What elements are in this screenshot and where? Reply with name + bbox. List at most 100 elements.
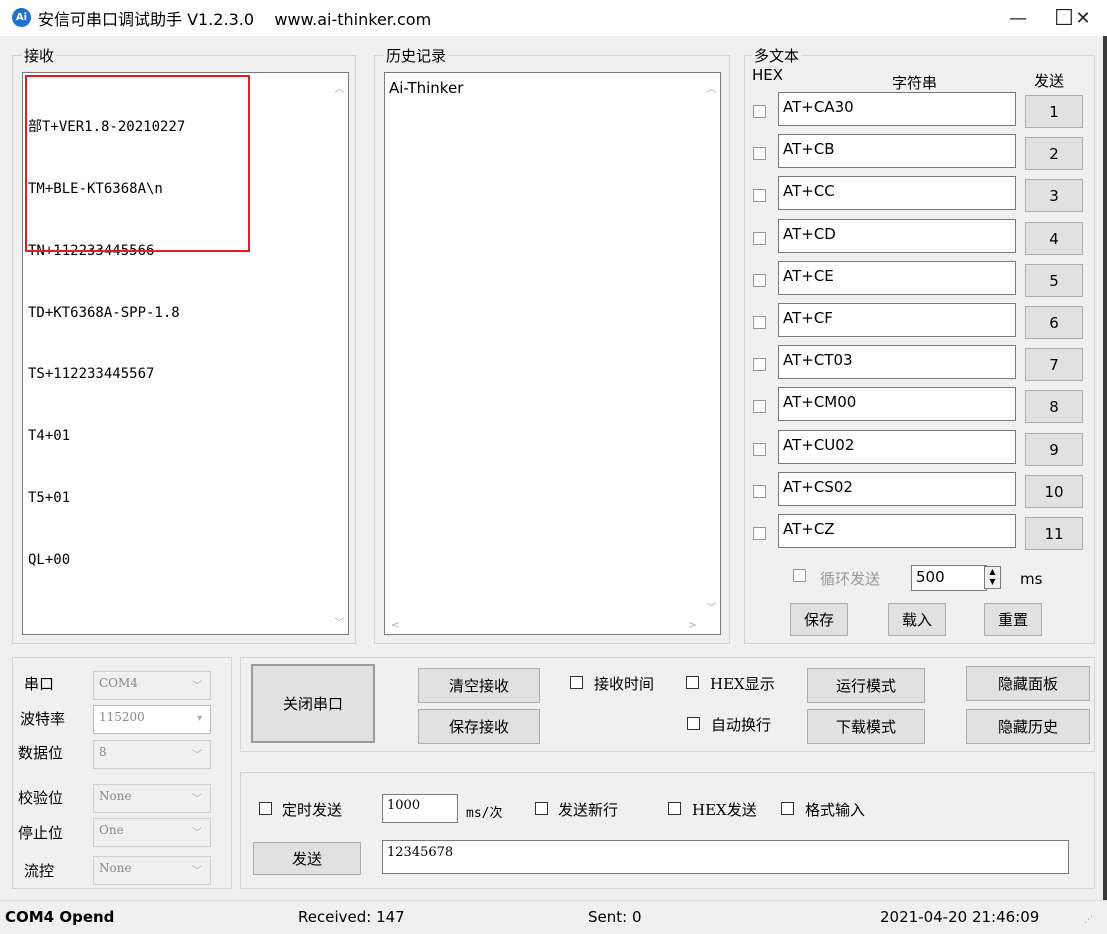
multitext-send-button[interactable]: 5	[1025, 264, 1083, 297]
port-select[interactable]: COM4 ﹀	[93, 671, 211, 700]
multitext-string-input[interactable]: AT+CS02	[778, 472, 1016, 506]
send-column-header: 发送	[1034, 72, 1065, 90]
run-mode-button[interactable]: 运行模式	[807, 668, 925, 703]
close-port-button[interactable]: 关闭串口	[251, 664, 375, 743]
close-window-button[interactable]: ✕	[1061, 0, 1105, 36]
receive-group-label: 接收	[22, 45, 57, 66]
baud-select[interactable]: 115200 ▾	[93, 705, 211, 734]
databits-select[interactable]: 8 ﹀	[93, 740, 211, 769]
multitext-hex-checkbox[interactable]	[753, 443, 766, 456]
auto-wrap-checkbox[interactable]	[687, 717, 700, 730]
flow-value: None	[99, 861, 132, 875]
multitext-hex-checkbox[interactable]	[753, 105, 766, 118]
multitext-hex-checkbox[interactable]	[753, 316, 766, 329]
multitext-string-input[interactable]: AT+CC	[778, 176, 1016, 210]
receive-line: T5+01	[28, 489, 71, 506]
timed-send-checkbox[interactable]	[259, 802, 272, 815]
hex-send-checkbox[interactable]	[668, 802, 681, 815]
format-input-checkbox[interactable]	[781, 802, 794, 815]
hex-display-label: HEX显示	[710, 675, 775, 693]
chevron-down-icon: ﹀	[192, 794, 202, 805]
parity-value: None	[99, 789, 132, 803]
multitext-send-button[interactable]: 7	[1025, 348, 1083, 381]
multitext-hex-checkbox[interactable]	[753, 358, 766, 371]
multitext-hex-checkbox[interactable]	[753, 274, 766, 287]
send-interval-input[interactable]: 1000	[382, 794, 458, 823]
multitext-string-input[interactable]: AT+CT03	[778, 345, 1016, 379]
scroll-right-icon[interactable]: >	[684, 617, 701, 634]
loop-send-label: 循环发送	[820, 570, 881, 588]
multitext-send-button[interactable]: 6	[1025, 306, 1083, 339]
multitext-hex-checkbox[interactable]	[753, 189, 766, 202]
history-list[interactable]: Ai-Thinker ︿ ﹀ < >	[384, 72, 721, 635]
receive-time-checkbox[interactable]	[570, 676, 583, 689]
save-multitext-button[interactable]: 保存	[790, 603, 848, 636]
multitext-string-input[interactable]: AT+CM00	[778, 387, 1016, 421]
multitext-hex-checkbox[interactable]	[753, 527, 766, 540]
multitext-send-button[interactable]: 3	[1025, 179, 1083, 212]
scroll-left-icon[interactable]: <	[387, 617, 404, 634]
multitext-send-button[interactable]: 1	[1025, 95, 1083, 128]
multitext-string-input[interactable]: AT+CA30	[778, 92, 1016, 126]
multitext-hex-checkbox[interactable]	[753, 485, 766, 498]
multitext-send-button[interactable]: 10	[1025, 475, 1083, 508]
loop-interval-spinner[interactable]: ▲ ▼	[984, 566, 1001, 589]
send-interval-unit: ms/次	[466, 806, 503, 821]
multitext-string-input[interactable]: AT+CB	[778, 134, 1016, 168]
hex-send-label: HEX发送	[692, 801, 757, 819]
multitext-send-button[interactable]: 9	[1025, 433, 1083, 466]
stopbits-label: 停止位	[18, 824, 64, 842]
multitext-string-input[interactable]: AT+CZ	[778, 514, 1016, 548]
download-mode-button[interactable]: 下载模式	[807, 709, 925, 744]
minimize-button[interactable]: —	[995, 0, 1041, 36]
multitext-string-input[interactable]: AT+CE	[778, 261, 1016, 295]
load-multitext-button[interactable]: 载入	[888, 603, 946, 636]
scroll-down-icon[interactable]: ﹀	[703, 598, 720, 615]
receive-textarea[interactable]: 部T+VER1.8-20210227 TM+BLE-KT6368A\n TN+1…	[22, 72, 349, 635]
multitext-string-input[interactable]: AT+CF	[778, 303, 1016, 337]
history-item[interactable]: Ai-Thinker	[389, 79, 463, 97]
scroll-up-icon[interactable]: ︿	[703, 79, 720, 96]
format-input-label: 格式输入	[805, 801, 866, 819]
multitext-string-input[interactable]: AT+CU02	[778, 430, 1016, 464]
scroll-down-icon[interactable]: ﹀	[331, 613, 348, 630]
parity-label: 校验位	[18, 789, 64, 807]
baud-value: 115200	[99, 710, 145, 724]
loop-send-checkbox[interactable]	[793, 569, 806, 582]
receive-scrollbar[interactable]: ︿ ﹀	[331, 73, 348, 634]
send-button[interactable]: 发送	[253, 842, 361, 875]
sent-count: Sent: 0	[588, 908, 642, 926]
multitext-send-button[interactable]: 8	[1025, 390, 1083, 423]
send-newline-label: 发送新行	[558, 801, 619, 819]
receive-line: T4+01	[28, 428, 71, 445]
loop-interval-input[interactable]: 500	[911, 565, 987, 591]
send-text-input[interactable]: 12345678	[382, 840, 1069, 874]
history-vertical-scrollbar[interactable]: ︿ ﹀	[703, 73, 720, 617]
multitext-hex-checkbox[interactable]	[753, 232, 766, 245]
port-label: 串口	[24, 675, 55, 693]
multitext-send-button[interactable]: 2	[1025, 137, 1083, 170]
hide-history-button[interactable]: 隐藏历史	[966, 709, 1090, 744]
reset-multitext-button[interactable]: 重置	[984, 603, 1042, 636]
hide-panel-button[interactable]: 隐藏面板	[966, 666, 1090, 701]
multitext-string-input[interactable]: AT+CD	[778, 219, 1016, 253]
stopbits-select[interactable]: One ﹀	[93, 818, 211, 847]
stopbits-value: One	[99, 823, 124, 837]
multitext-hex-checkbox[interactable]	[753, 147, 766, 160]
multitext-send-button[interactable]: 11	[1025, 517, 1083, 550]
history-group-label: 历史记录	[384, 45, 449, 66]
loop-unit-label: ms	[1020, 570, 1043, 588]
scroll-up-icon[interactable]: ︿	[331, 79, 348, 96]
clear-receive-button[interactable]: 清空接收	[418, 668, 540, 703]
received-count: Received: 147	[298, 908, 405, 926]
history-horizontal-scrollbar[interactable]: < >	[385, 617, 703, 634]
hex-display-checkbox[interactable]	[686, 676, 699, 689]
resize-grip-icon[interactable]: ⋰	[1084, 915, 1093, 925]
multitext-send-button[interactable]: 4	[1025, 222, 1083, 255]
parity-select[interactable]: None ﹀	[93, 784, 211, 813]
multitext-hex-checkbox[interactable]	[753, 400, 766, 413]
send-newline-checkbox[interactable]	[535, 802, 548, 815]
save-receive-button[interactable]: 保存接收	[418, 709, 540, 744]
receive-line: TS+112233445567	[28, 366, 155, 383]
flow-select[interactable]: None ﹀	[93, 856, 211, 885]
